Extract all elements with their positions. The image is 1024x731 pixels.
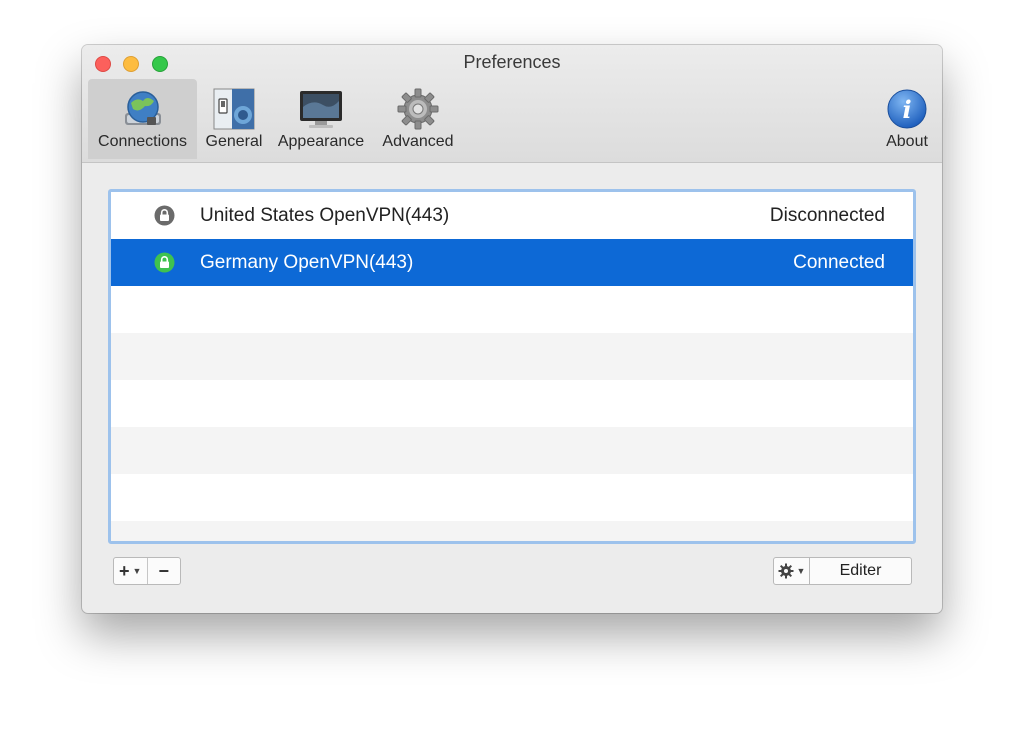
connection-row[interactable]: United States OpenVPN(443) Disconnected xyxy=(111,192,913,239)
add-label: + xyxy=(119,560,130,581)
empty-row xyxy=(111,286,913,333)
window-title: Preferences xyxy=(463,52,561,72)
action-menu-button[interactable]: ▼ xyxy=(773,557,810,585)
empty-row xyxy=(111,333,913,380)
svg-text:i: i xyxy=(902,95,911,124)
gear-icon xyxy=(397,88,439,130)
add-remove-control: + ▼ − xyxy=(113,557,181,585)
empty-row xyxy=(111,380,913,427)
chevron-down-icon: ▼ xyxy=(132,566,142,576)
tab-advanced[interactable]: Advanced xyxy=(378,79,458,159)
chevron-down-icon: ▼ xyxy=(796,566,806,576)
empty-row xyxy=(111,521,913,541)
about-button[interactable]: i About xyxy=(878,79,936,159)
remove-connection-button[interactable]: − xyxy=(146,558,181,584)
remove-label: − xyxy=(158,560,169,581)
tab-general[interactable]: General xyxy=(199,79,269,159)
switch-panel-icon xyxy=(213,88,255,130)
connection-status: Disconnected xyxy=(769,205,885,226)
connection-row-selected[interactable]: Germany OpenVPN(443) Connected xyxy=(111,239,913,286)
add-connection-button[interactable]: + ▼ xyxy=(114,558,147,584)
tab-appearance-label: Appearance xyxy=(277,133,365,150)
about-label: About xyxy=(886,133,928,150)
info-icon: i xyxy=(887,89,927,129)
connection-name: Germany OpenVPN(443) xyxy=(200,252,414,273)
green-lock-icon xyxy=(154,252,175,273)
gray-lock-icon xyxy=(154,205,175,226)
tab-advanced-label: Advanced xyxy=(382,133,454,150)
empty-row xyxy=(111,474,913,521)
tab-connections[interactable]: Connections xyxy=(88,79,197,159)
edit-button[interactable]: Editer xyxy=(809,557,912,585)
titlebar-toolbar: Preferences Connections General Appearan… xyxy=(82,45,942,163)
monitor-icon xyxy=(300,91,342,128)
tab-appearance[interactable]: Appearance xyxy=(273,79,369,159)
preferences-window: Preferences Connections General Appearan… xyxy=(82,45,942,613)
connection-name: United States OpenVPN(443) xyxy=(200,205,450,226)
tab-general-label: General xyxy=(205,133,263,150)
gear-icon xyxy=(778,563,794,579)
empty-row xyxy=(111,427,913,474)
network-globe-icon xyxy=(124,91,161,125)
connections-list[interactable]: United States OpenVPN(443) Disconnected … xyxy=(108,189,916,544)
tab-connections-label: Connections xyxy=(98,133,187,150)
connection-status: Connected xyxy=(793,252,885,273)
